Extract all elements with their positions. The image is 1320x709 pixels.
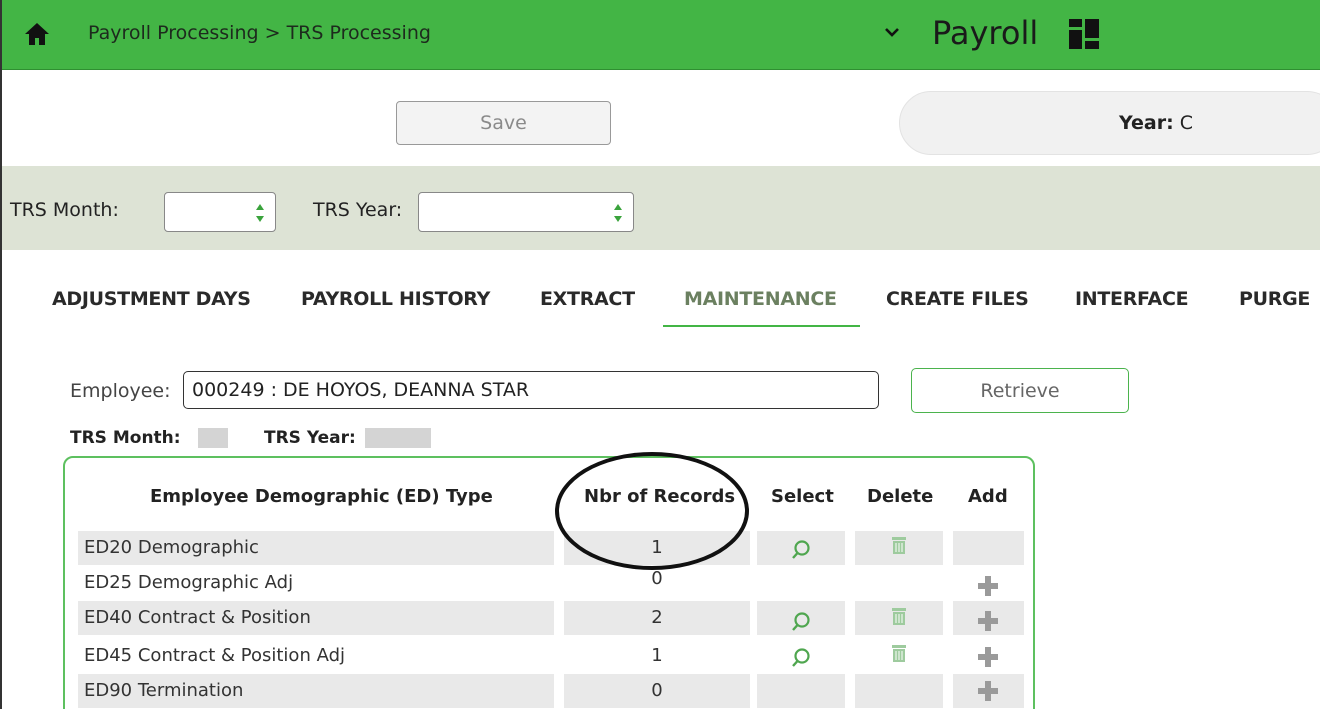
ed-type-name: ED45 Contract & Position Adj (84, 645, 345, 666)
trash-icon[interactable] (891, 606, 907, 626)
year-label: Year: (1119, 112, 1174, 134)
add-cell (953, 531, 1024, 565)
tab-interface[interactable]: INTERFACE (1075, 288, 1189, 310)
table-row: ED40 Contract & Position 2 (78, 601, 1024, 635)
trs-month-label: TRS Month: (10, 199, 119, 221)
table-row: ED45 Contract & Position Adj 1 (78, 639, 1024, 673)
trash-icon[interactable] (891, 535, 907, 555)
delete-cell (855, 531, 943, 565)
employee-trs-month-label: TRS Month: (70, 428, 181, 448)
add-cell (953, 601, 1024, 635)
tab-purge[interactable]: PURGE (1239, 288, 1310, 310)
tab-adjustment-days[interactable]: ADJUSTMENT DAYS (52, 288, 251, 310)
chevron-down-icon[interactable] (882, 22, 902, 42)
record-count: 1 (564, 531, 750, 565)
column-header-delete: Delete (867, 486, 934, 507)
trash-icon[interactable] (891, 643, 907, 663)
ed-type-name: ED40 Contract & Position (78, 601, 554, 635)
trs-year-label: TRS Year: (313, 199, 403, 221)
ed-type-name: ED20 Demographic (78, 531, 554, 565)
select-cell (757, 531, 845, 565)
record-count: 2 (564, 601, 750, 635)
magnifier-icon[interactable] (790, 611, 812, 633)
add-cell (953, 674, 1024, 708)
add-cell (953, 566, 1024, 600)
retrieve-button[interactable]: Retrieve (911, 368, 1129, 413)
table-row: ED20 Demographic 1 (78, 531, 1024, 565)
select-cell (757, 674, 845, 708)
tab-extract[interactable]: EXTRACT (540, 288, 635, 310)
trs-year-stepper[interactable] (418, 192, 634, 232)
delete-cell (855, 674, 943, 708)
record-count: 0 (564, 674, 750, 708)
ed-type-name: ED25 Demographic Adj (84, 572, 294, 593)
redacted-value (365, 428, 431, 448)
delete-cell (855, 639, 943, 673)
save-button[interactable]: Save (396, 101, 611, 145)
tab-maintenance[interactable]: MAINTENANCE (684, 288, 837, 310)
app-title: Payroll (932, 14, 1039, 52)
year-display: Year: C (1119, 112, 1193, 134)
plus-icon[interactable] (977, 646, 999, 668)
year-indicator (899, 91, 1320, 155)
tab-payroll-history[interactable]: PAYROLL HISTORY (301, 288, 490, 310)
employee-field[interactable] (183, 371, 879, 409)
home-icon[interactable] (24, 22, 50, 46)
select-cell (757, 639, 845, 673)
table-row: ED90 Termination 0 (78, 674, 1024, 708)
stepper-arrows-icon[interactable] (613, 200, 623, 226)
magnifier-icon[interactable] (790, 539, 812, 561)
top-bar: Payroll Processing > TRS Processing Payr… (2, 0, 1320, 70)
delete-cell (855, 601, 943, 635)
record-count: 1 (651, 645, 663, 666)
trs-month-stepper[interactable] (164, 192, 276, 232)
plus-icon[interactable] (977, 610, 999, 632)
grid-icon[interactable] (1068, 18, 1100, 50)
column-header-add: Add (968, 486, 1008, 507)
select-cell (757, 601, 845, 635)
stepper-arrows-icon[interactable] (255, 200, 265, 226)
table-row: ED25 Demographic Adj 0 (78, 566, 1024, 600)
breadcrumb[interactable]: Payroll Processing > TRS Processing (88, 22, 431, 44)
plus-icon[interactable] (977, 575, 999, 597)
magnifier-icon[interactable] (790, 647, 812, 669)
ed-type-name: ED90 Termination (78, 674, 554, 708)
employee-trs-year-label: TRS Year: (264, 428, 356, 448)
active-tab-indicator (663, 325, 860, 327)
record-count: 0 (651, 568, 663, 589)
tab-create-files[interactable]: CREATE FILES (886, 288, 1029, 310)
add-cell (953, 639, 1024, 673)
column-header-records: Nbr of Records (584, 486, 736, 507)
app-frame: Payroll Processing > TRS Processing Payr… (0, 0, 1320, 709)
column-header-select: Select (771, 486, 834, 507)
plus-icon[interactable] (977, 680, 999, 702)
column-header-type: Employee Demographic (ED) Type (150, 486, 493, 507)
year-value: C (1179, 112, 1194, 134)
employee-label: Employee: (70, 380, 171, 402)
redacted-value (198, 428, 228, 448)
